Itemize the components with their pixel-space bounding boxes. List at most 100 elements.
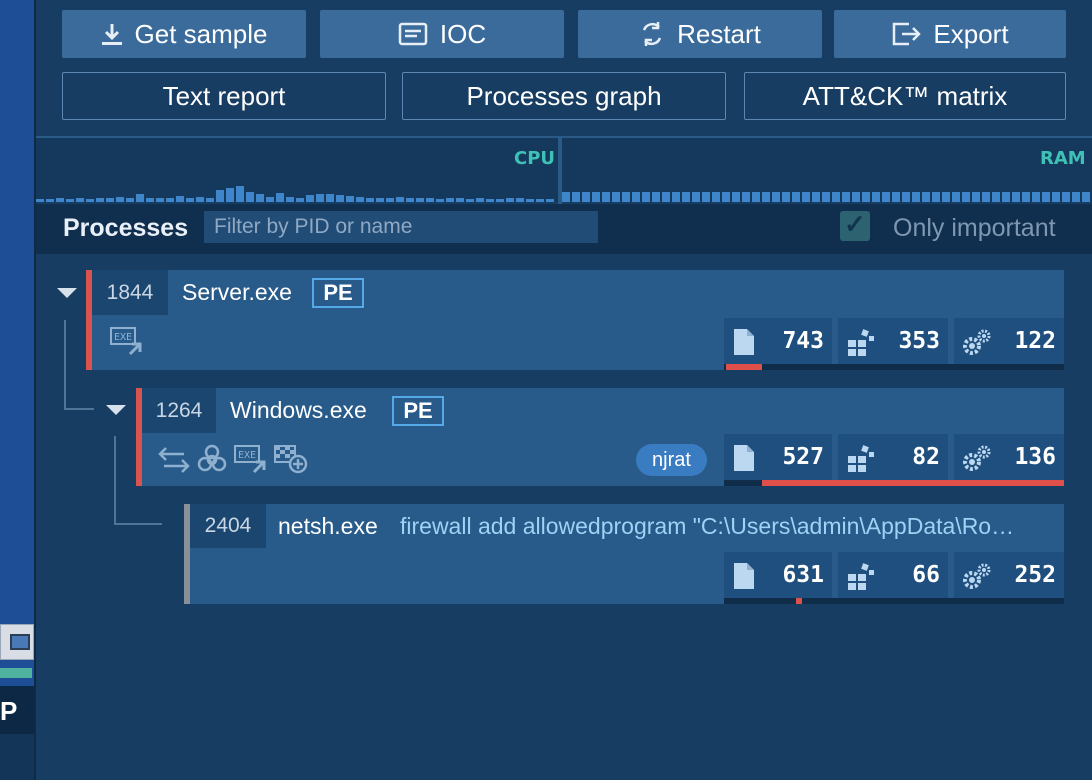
exe-launch-icon[interactable]: EXE — [234, 444, 268, 474]
process-name: Server.exe — [182, 279, 292, 305]
cpu-bar — [46, 199, 54, 202]
cpu-bar — [266, 197, 274, 202]
processes-header: Processes ✓ Only important — [36, 204, 1092, 254]
text-report-button[interactable]: Text report — [62, 72, 386, 120]
process-filter-input[interactable] — [204, 211, 598, 243]
registry-icon — [848, 563, 874, 590]
svg-text:EXE: EXE — [238, 450, 256, 461]
cpu-bar — [306, 195, 314, 202]
cpu-bar — [76, 198, 84, 202]
cpu-bar — [476, 198, 484, 202]
tree-connector — [114, 523, 162, 525]
get-sample-label: Get sample — [134, 18, 268, 49]
svg-text:EXE: EXE — [114, 332, 132, 343]
cpu-bar — [86, 199, 94, 202]
restart-button[interactable]: Restart — [578, 10, 822, 58]
cpu-bar — [226, 188, 234, 202]
export-button[interactable]: Export — [834, 10, 1066, 58]
ram-label: RAM — [1040, 148, 1086, 169]
processes-title: Processes — [63, 214, 189, 242]
registry-stat[interactable]: 82 — [838, 434, 948, 482]
cpu-bar — [176, 196, 184, 202]
registry-icon — [848, 329, 874, 356]
cpu-bar — [66, 199, 74, 202]
modules-count: 136 — [1014, 444, 1056, 470]
download-icon — [101, 24, 122, 45]
registry-stat[interactable]: 353 — [838, 318, 948, 366]
gears-icon — [963, 329, 991, 355]
cpu-bar — [416, 198, 424, 202]
cpu-bar — [346, 196, 354, 202]
get-sample-button[interactable]: Get sample — [62, 10, 306, 58]
cpu-bar — [356, 197, 364, 202]
pe-badge: PE — [312, 278, 364, 308]
files-stat[interactable]: 631 — [724, 552, 832, 600]
text-report-label: Text report — [162, 80, 286, 111]
cpu-bar — [126, 198, 134, 202]
malware-family-tag[interactable]: njrat — [636, 444, 707, 476]
refresh-icon — [642, 22, 662, 46]
activity-meter — [724, 480, 1064, 486]
panel-divider — [34, 0, 36, 780]
expand-toggle-icon[interactable] — [57, 288, 77, 298]
cpu-bar — [516, 198, 524, 202]
cpu-bar — [536, 199, 544, 202]
gears-icon — [963, 563, 991, 589]
cpu-bar — [506, 198, 514, 202]
window-thumbnail-icon[interactable] — [0, 624, 34, 660]
cpu-bar — [456, 198, 464, 202]
modules-stat[interactable]: 252 — [954, 552, 1064, 600]
cpu-bar — [316, 194, 324, 202]
cpu-bar — [206, 198, 214, 202]
only-important-checkbox[interactable]: ✓ — [840, 209, 870, 241]
process-command-line: firewall add allowedprogram "C:\Users\ad… — [400, 513, 1015, 539]
attack-matrix-button[interactable]: ATT&CK™ matrix — [744, 72, 1066, 120]
cpu-graph — [36, 178, 556, 202]
cpu-bar — [106, 198, 114, 202]
cpu-bar — [426, 198, 434, 202]
cpu-bar — [546, 199, 554, 202]
checkered-flag-add-icon[interactable] — [274, 444, 308, 474]
resource-monitor: CPU RAM — [36, 136, 1092, 204]
cpu-bar — [326, 194, 334, 202]
expand-toggle-icon[interactable] — [106, 405, 126, 415]
registry-stat[interactable]: 66 — [838, 552, 948, 600]
registry-count: 82 — [912, 444, 940, 470]
modules-count: 252 — [1014, 562, 1056, 588]
cpu-bar — [116, 197, 124, 202]
files-stat[interactable]: 527 — [724, 434, 832, 482]
export-label: Export — [933, 18, 1009, 49]
process-pid: 1264 — [142, 388, 216, 433]
cpu-bar — [136, 194, 144, 202]
files-count: 631 — [782, 562, 824, 588]
network-arrows-icon[interactable] — [158, 444, 190, 474]
cpu-bar — [286, 197, 294, 202]
biohazard-icon[interactable] — [196, 444, 228, 474]
ram-graph — [562, 192, 1092, 202]
files-stat[interactable]: 743 — [724, 318, 832, 366]
cpu-bar — [156, 198, 164, 202]
cpu-bar — [446, 198, 454, 202]
export-icon — [893, 22, 922, 46]
pe-badge: PE — [392, 396, 444, 426]
cpu-bar — [526, 199, 534, 202]
ioc-label: IOC — [439, 18, 487, 49]
cpu-bar — [296, 198, 304, 202]
processes-graph-label: Processes graph — [466, 80, 662, 111]
modules-stat[interactable]: 136 — [954, 434, 1064, 482]
ioc-button[interactable]: IOC — [320, 10, 564, 58]
tree-connector — [64, 408, 94, 410]
exe-launch-icon[interactable]: EXE — [110, 326, 144, 356]
cpu-bar — [146, 198, 154, 202]
process-pid: 1844 — [92, 270, 168, 315]
cpu-bar — [496, 199, 504, 202]
cpu-bar — [376, 198, 384, 202]
desktop-edge-bottom — [0, 734, 36, 780]
cpu-bar — [406, 198, 414, 202]
modules-stat[interactable]: 122 — [954, 318, 1064, 366]
processes-graph-button[interactable]: Processes graph — [402, 72, 726, 120]
tree-connector — [64, 320, 66, 408]
registry-count: 353 — [898, 328, 940, 354]
document-list-icon — [398, 22, 428, 46]
files-count: 527 — [782, 444, 824, 470]
